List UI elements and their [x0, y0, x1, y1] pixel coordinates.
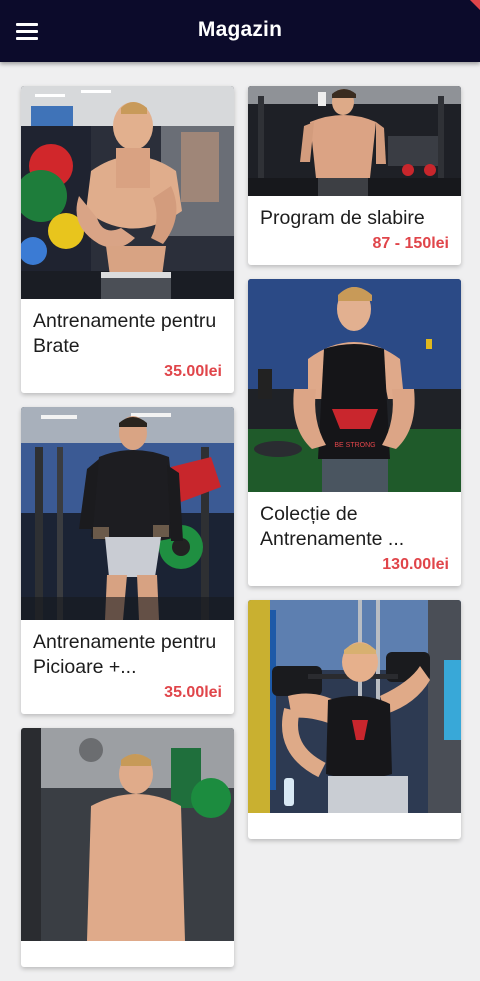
product-image	[21, 86, 234, 299]
product-column-right: Program de slabire 87 - 150lei BE STRONG	[248, 86, 461, 853]
product-price: 35.00lei	[164, 684, 222, 701]
product-title: Program de slabire	[260, 207, 425, 229]
product-card[interactable]	[21, 728, 234, 967]
product-title: Antrenamente pentru Brate	[33, 310, 217, 357]
product-price: 130.00lei	[382, 556, 449, 573]
product-image	[21, 407, 234, 620]
product-image	[248, 86, 461, 196]
page-title: Magazin	[197, 18, 283, 41]
product-price: 87 - 150lei	[372, 235, 450, 252]
product-card[interactable]: Antrenamente pentru Brate 35.00lei	[21, 86, 234, 393]
product-title: Antrenamente pentru Picioare +...	[33, 631, 217, 678]
product-column-left: Antrenamente pentru Brate 35.00lei Antre…	[21, 86, 234, 981]
product-card[interactable]	[248, 600, 461, 839]
product-price: 35.00lei	[164, 363, 222, 380]
product-image	[248, 600, 461, 813]
app-header: Magazin	[0, 0, 480, 62]
product-card[interactable]: Program de slabire 87 - 150lei	[248, 86, 461, 265]
product-image: BE STRONG	[248, 279, 461, 492]
product-image	[21, 728, 234, 941]
svg-text:BE STRONG: BE STRONG	[334, 442, 375, 449]
product-title: Colecție de Antrenamente ...	[260, 503, 405, 550]
product-card[interactable]: Antrenamente pentru Picioare +... 35.00l…	[21, 407, 234, 714]
corner-indicator	[470, 0, 480, 10]
product-card[interactable]: BE STRONG Colecție de Antrenamente ... 1…	[248, 279, 461, 586]
